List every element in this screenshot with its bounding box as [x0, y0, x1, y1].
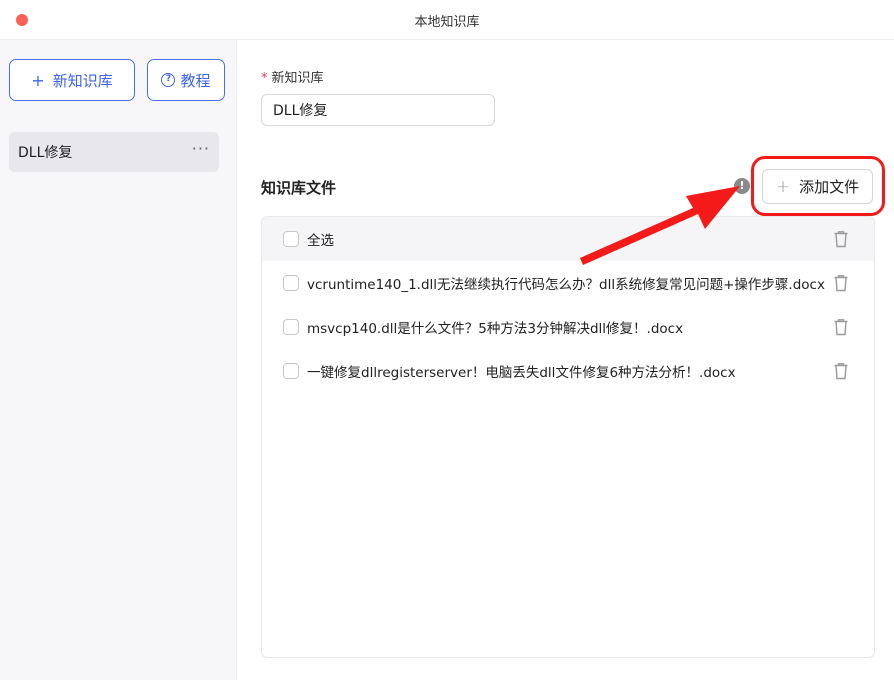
- name-field-label: * 新知识库: [261, 67, 324, 86]
- file-name: 一键修复dllregisterserver！电脑丢失dll文件修复6种方法分析！…: [307, 365, 736, 381]
- file-checkbox[interactable]: [283, 275, 299, 291]
- sidebar-item-dll-repair[interactable]: DLL修复 ···: [9, 132, 219, 172]
- file-row: 一键修复dllregisterserver！电脑丢失dll文件修复6种方法分析！…: [262, 349, 874, 393]
- new-knowledge-base-label: 新知识库: [52, 71, 113, 90]
- name-label-text: 新知识库: [271, 71, 324, 86]
- files-section-title: 知识库文件: [261, 179, 337, 197]
- select-all-label: 全选: [307, 233, 334, 249]
- annotation-highlight-ring: [751, 156, 885, 216]
- file-row: msvcp140.dll是什么文件？5种方法3分钟解决dll修复！.docx: [262, 305, 874, 349]
- tutorial-button[interactable]: ? 教程: [147, 59, 225, 101]
- trash-icon[interactable]: [833, 274, 849, 292]
- file-checkbox[interactable]: [283, 319, 299, 335]
- window-title: 本地知识库: [414, 15, 480, 30]
- tutorial-label: 教程: [180, 71, 211, 90]
- select-all-checkbox[interactable]: [283, 231, 299, 247]
- required-mark: *: [261, 71, 268, 86]
- file-list-panel: 全选 vcruntime140_1.dll无法继续执行代码怎么办？dll系统修复…: [261, 216, 875, 658]
- trash-icon[interactable]: [833, 362, 849, 380]
- file-list-header: 全选: [262, 217, 874, 261]
- file-name: msvcp140.dll是什么文件？5种方法3分钟解决dll修复！.docx: [307, 321, 684, 337]
- trash-icon[interactable]: [833, 318, 849, 336]
- sidebar-item-label: DLL修复: [18, 145, 73, 161]
- main-content: *新知识库 知识库文件 ! + 添加文件 全选 vcruntime140_1.d…: [238, 40, 894, 680]
- question-circle-icon: ?: [161, 73, 176, 87]
- file-name: vcruntime140_1.dll无法继续执行代码怎么办？dll系统修复常见问…: [307, 277, 825, 293]
- trash-icon[interactable]: [833, 230, 849, 248]
- file-checkbox[interactable]: [283, 363, 299, 379]
- plus-icon: +: [31, 70, 45, 90]
- title-bar: 本地知识库: [0, 0, 894, 40]
- knowledge-base-name-input[interactable]: [261, 94, 495, 126]
- sidebar: + 新知识库 ? 教程 DLL修复 ···: [0, 40, 237, 680]
- new-knowledge-base-button[interactable]: + 新知识库: [9, 59, 135, 101]
- info-icon[interactable]: !: [734, 178, 750, 194]
- file-row: vcruntime140_1.dll无法继续执行代码怎么办？dll系统修复常见问…: [262, 261, 874, 305]
- more-options-icon[interactable]: ···: [192, 139, 210, 158]
